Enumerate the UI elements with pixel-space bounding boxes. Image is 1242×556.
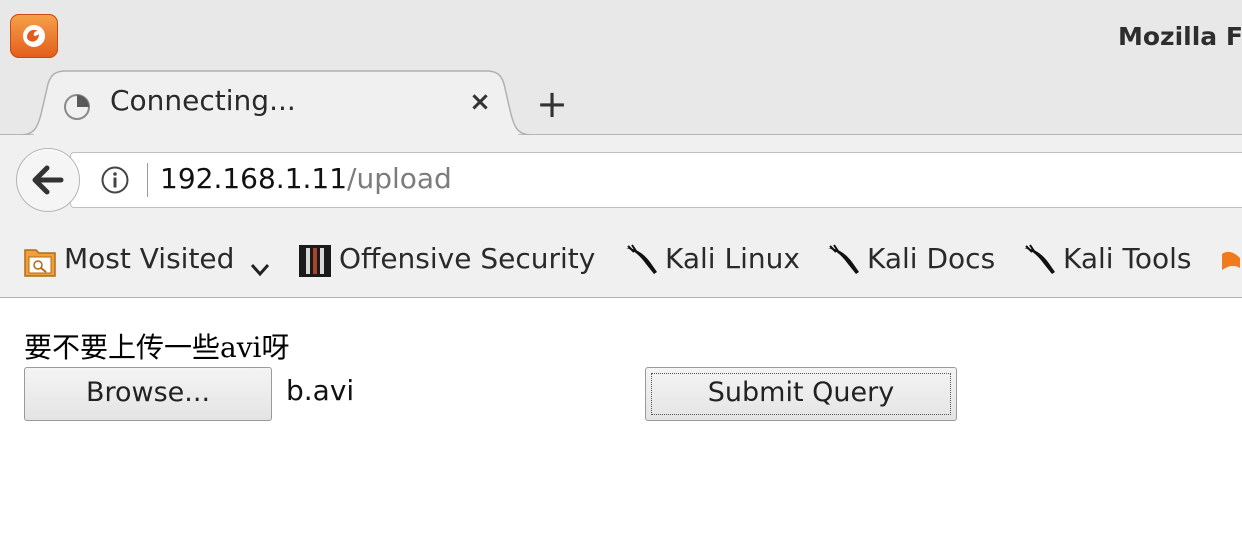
bookmark-label: Kali Tools [1063, 242, 1192, 275]
kali-dragon-icon [826, 244, 859, 278]
submit-label: Submit Query [707, 377, 895, 408]
close-tab-icon[interactable]: × [466, 88, 494, 116]
back-button[interactable] [16, 148, 80, 212]
tab-label: Connecting... [110, 84, 296, 117]
tab-active[interactable]: Connecting... × [20, 70, 532, 136]
new-tab-button[interactable]: + [532, 84, 572, 124]
bookmark-label: Kali Docs [867, 242, 996, 275]
loading-throbber-icon [60, 90, 94, 124]
title-bar: Mozilla F [0, 0, 1242, 70]
folder-icon [24, 244, 56, 278]
window-title: Mozilla F [1118, 22, 1242, 51]
offsec-logo-icon [298, 244, 331, 278]
exploit-db-icon [1220, 244, 1242, 278]
kali-dragon-icon [624, 244, 657, 278]
upload-prompt: 要不要上传一些avi呀 [24, 331, 290, 364]
browser-window: Mozilla F Connecting... × + 192.168.1.11… [0, 0, 1242, 556]
kali-dragon-icon [1022, 244, 1055, 278]
info-icon[interactable] [100, 165, 130, 195]
bookmark-label: Most Visited [64, 242, 235, 275]
chevron-down-icon [250, 252, 270, 277]
firefox-app-icon[interactable] [10, 14, 58, 58]
selected-file-name: b.avi [286, 374, 355, 407]
url-text[interactable]: 192.168.1.11/upload [160, 162, 452, 195]
url-host: 192.168.1.11 [160, 162, 348, 195]
back-arrow-icon [32, 165, 64, 195]
bookmark-label: Offensive Security [339, 242, 596, 275]
bookmark-label: Kali Linux [665, 242, 800, 275]
url-path: /upload [347, 162, 452, 195]
url-separator [147, 163, 148, 197]
submit-query-button[interactable]: Submit Query [645, 367, 957, 421]
browse-button[interactable]: Browse... [24, 367, 272, 421]
